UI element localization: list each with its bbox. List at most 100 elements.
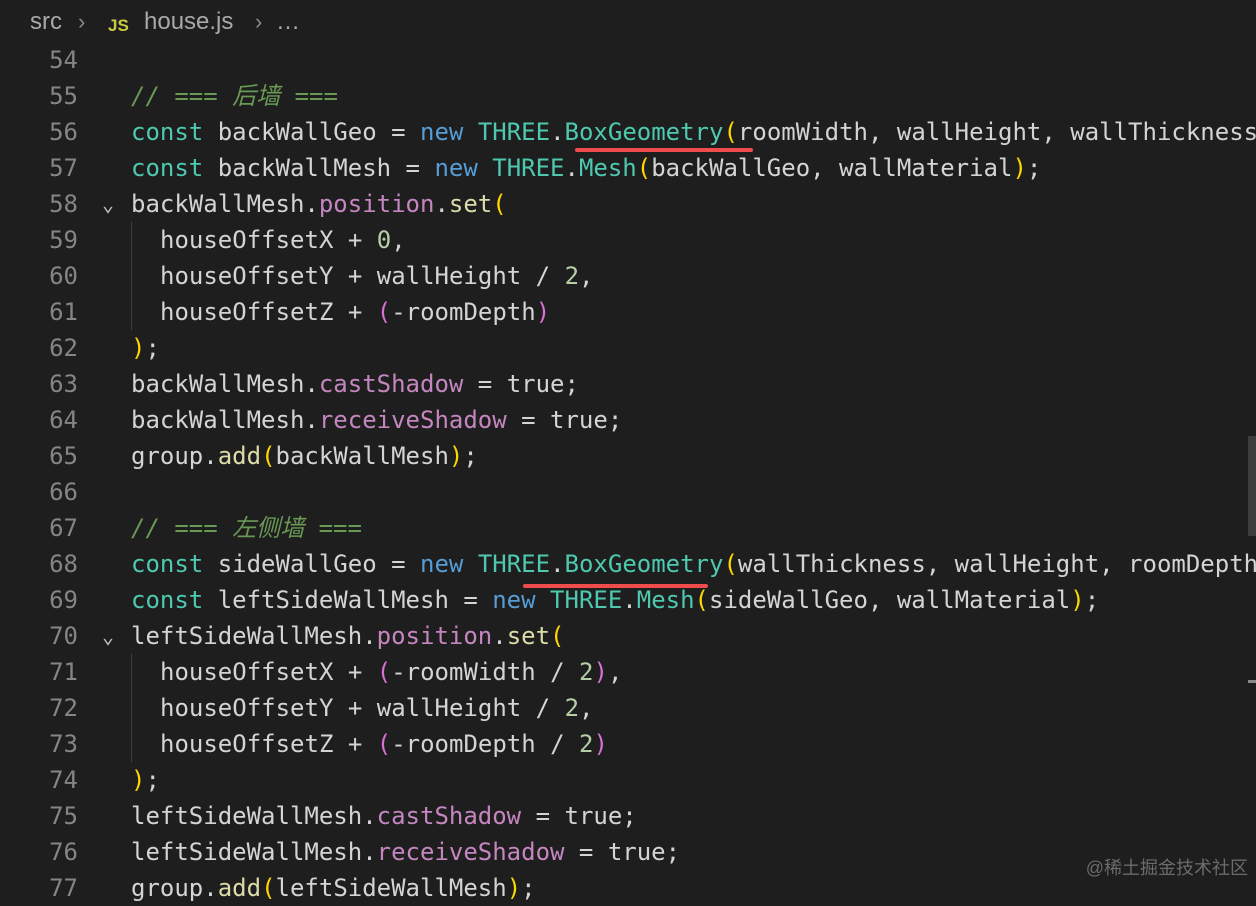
code-line[interactable]: 55 // === 后墙 === xyxy=(0,78,1256,114)
code-token: position xyxy=(376,622,493,650)
line-number[interactable]: 70 xyxy=(0,618,78,654)
code-token: ) xyxy=(1070,586,1085,614)
line-number[interactable]: 57 xyxy=(0,150,78,186)
line-number[interactable]: 65 xyxy=(0,438,78,474)
code-line[interactable]: 62); xyxy=(0,330,1256,366)
line-number[interactable]: 69 xyxy=(0,582,78,618)
code-token: houseOffsetX + xyxy=(160,658,377,686)
code-token: houseOffsetZ + xyxy=(160,298,377,326)
scrollbar-marker[interactable] xyxy=(1248,436,1256,536)
code-token: group. xyxy=(131,442,218,470)
code-line[interactable]: 60 houseOffsetY + wallHeight / 2, xyxy=(0,258,1256,294)
line-number[interactable]: 62 xyxy=(0,330,78,366)
code-token: . xyxy=(564,154,579,182)
line-number[interactable]: 71 xyxy=(0,654,78,690)
annotation-underline xyxy=(523,584,708,588)
code-token: backWallMesh. xyxy=(131,190,319,218)
code-line[interactable]: 58 ⌄ backWallMesh.position.set( xyxy=(0,186,1256,222)
code-text: houseOffsetY + wallHeight / 2, xyxy=(160,258,593,294)
code-line[interactable]: 75 leftSideWallMesh.castShadow = true; xyxy=(0,798,1256,834)
line-number[interactable]: 68 xyxy=(0,546,78,582)
breadcrumb-file[interactable]: house.js xyxy=(144,6,233,38)
line-number[interactable]: 77 xyxy=(0,870,78,906)
code-text: ); xyxy=(131,762,160,798)
line-number[interactable]: 55 xyxy=(0,78,78,114)
line-number[interactable]: 73 xyxy=(0,726,78,762)
line-number[interactable]: 76 xyxy=(0,834,78,870)
code-token: leftSideWallMesh. xyxy=(131,802,377,830)
code-line[interactable]: 57 const backWallMesh = new THREE.Mesh(ba… xyxy=(0,150,1256,186)
code-text: houseOffsetX + 0, xyxy=(160,222,406,258)
code-token: . xyxy=(550,550,565,578)
code-token: ; xyxy=(1026,154,1042,182)
line-number[interactable]: 63 xyxy=(0,366,78,402)
code-token: 2 xyxy=(579,730,594,758)
chevron-down-icon[interactable]: ⌄ xyxy=(98,618,118,654)
code-token: ; xyxy=(463,442,478,470)
code-line[interactable]: 56 const backWallGeo = new THREE.BoxGeome… xyxy=(0,114,1256,150)
line-number[interactable]: 54 xyxy=(0,42,78,78)
code-token: ) xyxy=(506,874,522,902)
code-token: backWallGeo = xyxy=(203,118,420,146)
line-number[interactable]: 66 xyxy=(0,474,78,510)
code-line[interactable]: 71 houseOffsetX + (-roomWidth / 2), xyxy=(0,654,1256,690)
code-token: ) xyxy=(131,334,146,362)
code-token: . xyxy=(550,118,565,146)
code-line[interactable]: 54 xyxy=(0,42,1256,78)
line-number[interactable]: 67 xyxy=(0,510,78,546)
code-token: Mesh xyxy=(636,586,695,614)
code-line[interactable]: 70 ⌄ leftSideWallMesh.position.set( xyxy=(0,618,1256,654)
code-text: leftSideWallMesh.castShadow = true; xyxy=(131,798,637,834)
line-number[interactable]: 74 xyxy=(0,762,78,798)
code-text: backWallMesh.castShadow = true; xyxy=(131,366,579,402)
chevron-down-icon[interactable]: ⌄ xyxy=(98,186,118,222)
code-line[interactable]: 73 houseOffsetZ + (-roomDepth / 2) xyxy=(0,726,1256,762)
breadcrumb-symbol[interactable]: … xyxy=(276,6,300,38)
code-token: new xyxy=(420,118,464,146)
line-number[interactable]: 72 xyxy=(0,690,78,726)
line-number[interactable]: 59 xyxy=(0,222,78,258)
code-line[interactable]: 74); xyxy=(0,762,1256,798)
code-token: THREE xyxy=(477,550,551,578)
code-token: , xyxy=(579,262,594,290)
code-line[interactable]: 76 leftSideWallMesh.receiveShadow = true; xyxy=(0,834,1256,870)
line-number[interactable]: 60 xyxy=(0,258,78,294)
indent-guide xyxy=(131,222,132,258)
code-token: position xyxy=(318,190,435,218)
code-token: houseOffsetX + xyxy=(160,226,377,254)
code-line[interactable]: 65 group.add(backWallMesh); xyxy=(0,438,1256,474)
line-number[interactable]: 64 xyxy=(0,402,78,438)
code-token: ( xyxy=(376,730,392,758)
code-token: BoxGeometry xyxy=(564,550,724,578)
code-token: ; xyxy=(1084,586,1100,614)
indent-guide xyxy=(131,726,132,762)
code-line[interactable]: 66 xyxy=(0,474,1256,510)
scrollbar-marker[interactable] xyxy=(1248,680,1256,683)
line-number[interactable]: 56 xyxy=(0,114,78,150)
line-number[interactable]: 61 xyxy=(0,294,78,330)
code-token: backWallGeo, wallMaterial xyxy=(651,154,1013,182)
code-token: ; xyxy=(521,874,536,902)
code-editor[interactable]: 54 55 // === 后墙 === 56 const backWallGeo = n… xyxy=(0,0,1256,902)
code-token: houseOffsetY + wallHeight / xyxy=(160,262,565,290)
code-token: ( xyxy=(492,190,507,218)
code-line[interactable]: 59 houseOffsetX + 0, xyxy=(0,222,1256,258)
code-token: new xyxy=(420,550,464,578)
line-number[interactable]: 58 xyxy=(0,186,78,222)
code-line[interactable]: 64 backWallMesh.receiveShadow = true; xyxy=(0,402,1256,438)
code-line[interactable]: 67 // === 左侧墙 === xyxy=(0,510,1256,546)
code-token: set xyxy=(506,622,551,650)
line-number[interactable]: 75 xyxy=(0,798,78,834)
code-line[interactable]: 68 const sideWallGeo = new THREE.BoxGeome… xyxy=(0,546,1256,582)
code-token: -roomWidth / xyxy=(391,658,580,686)
code-line[interactable]: 72 houseOffsetY + wallHeight / 2, xyxy=(0,690,1256,726)
breadcrumb-folder[interactable]: src xyxy=(30,6,62,38)
code-token: const xyxy=(131,118,204,146)
code-line[interactable]: 63 backWallMesh.castShadow = true; xyxy=(0,366,1256,402)
code-token: , xyxy=(391,226,406,254)
code-line[interactable]: 77 group.add(leftSideWallMesh); xyxy=(0,870,1256,906)
code-line[interactable]: 61 houseOffsetZ + (-roomDepth) xyxy=(0,294,1256,330)
code-token: leftSideWallMesh. xyxy=(131,622,377,650)
code-token: ( xyxy=(261,442,276,470)
